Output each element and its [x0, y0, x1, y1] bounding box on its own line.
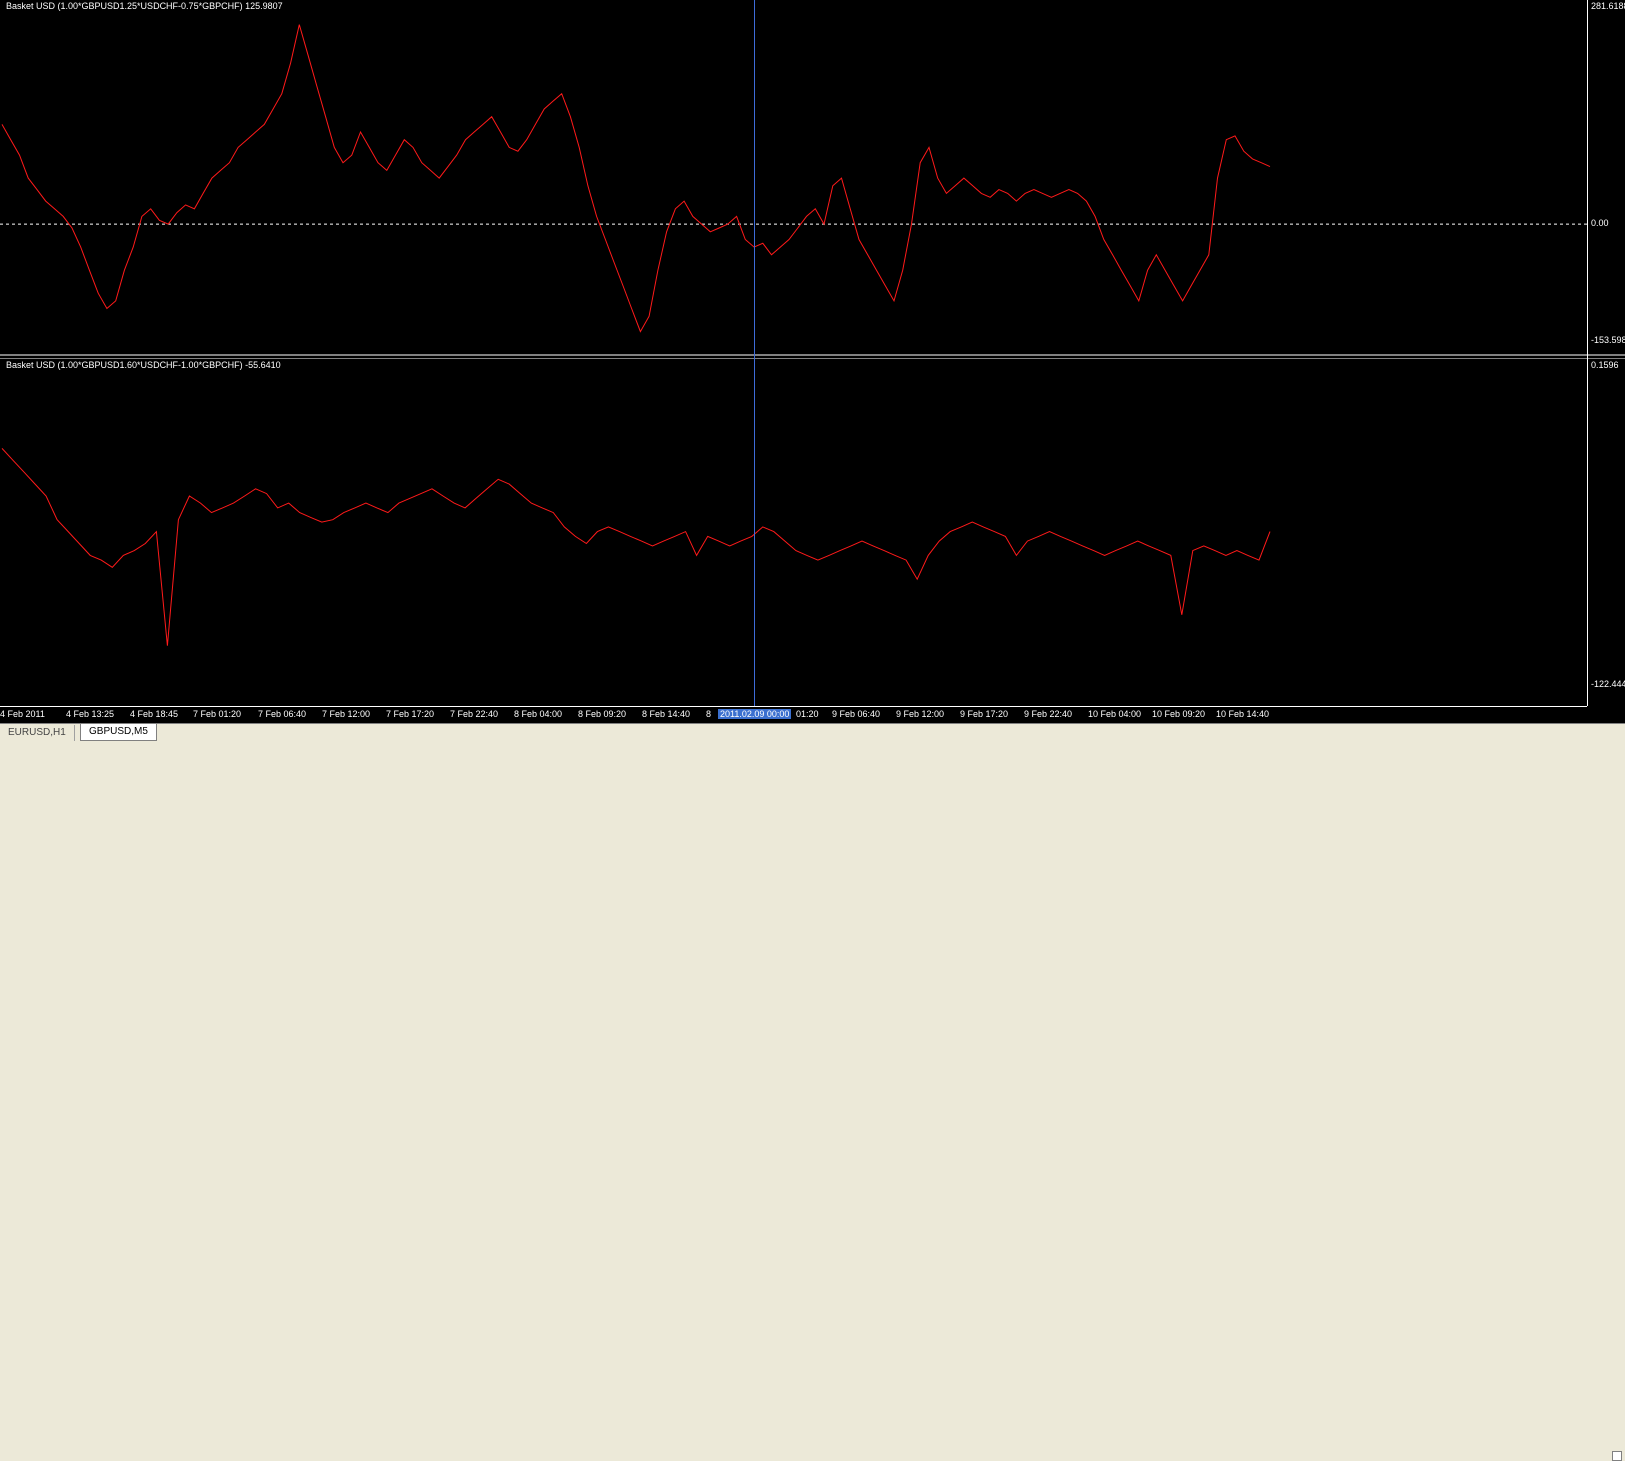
scale-max-bottom: 0.1596: [1591, 360, 1619, 370]
time-axis-label: 01:20: [796, 709, 819, 719]
time-axis-label: 7 Feb 06:40: [258, 709, 307, 719]
time-axis-label: 7 Feb 01:20: [193, 709, 242, 719]
time-axis-label: 9 Feb 17:20: [960, 709, 1009, 719]
time-axis-cursor-label: 2011.02.09 00:00: [718, 709, 792, 719]
basket-usd-line-top: [1, 24, 1271, 333]
top-pane-plot: [0, 24, 1587, 333]
indicator-pane-bottom[interactable]: Basket USD (1.00*GBPUSD1.60*USDCHF-1.00*…: [0, 359, 1625, 716]
time-axis-label: 4 Feb 18:45: [130, 709, 179, 719]
pane-title-top: Basket USD (1.00*GBPUSD1.25*USDCHF-0.75*…: [6, 1, 283, 11]
tab-eurusd-h1[interactable]: EURUSD,H1: [0, 725, 75, 741]
trading-terminal: Basket USD (1.00*GBPUSD1.25*USDCHF-0.75*…: [0, 0, 1625, 1461]
time-axis-label: 8: [706, 709, 712, 719]
time-axis-label: 8 Feb 09:20: [578, 709, 627, 719]
scale-max-top: 281.6188: [1591, 1, 1625, 11]
time-axis-label: 8 Feb 04:00: [514, 709, 563, 719]
time-axis-label: 8 Feb 14:40: [642, 709, 691, 719]
scale-zero-top: 0.00: [1591, 218, 1609, 229]
time-axis-label: 10 Feb 04:00: [1088, 709, 1142, 719]
time-axis-label: 10 Feb 14:40: [1216, 709, 1270, 719]
time-scale-border: [0, 706, 1587, 707]
pane-title-bottom: Basket USD (1.00*GBPUSD1.60*USDCHF-1.00*…: [6, 360, 281, 370]
time-axis-label: 9 Feb 22:40: [1024, 709, 1073, 719]
price-scale-border: [1587, 0, 1588, 706]
basket-usd-line-bottom: [1, 448, 1271, 646]
time-axis-label: 9 Feb 06:40: [832, 709, 881, 719]
time-axis-label: 7 Feb 12:00: [322, 709, 371, 719]
tab-gbpusd-m5[interactable]: GBPUSD,M5: [80, 724, 157, 741]
chart-window[interactable]: Basket USD (1.00*GBPUSD1.25*USDCHF-0.75*…: [0, 0, 1625, 723]
crosshair-vertical-line: [754, 0, 755, 706]
time-axis-label: 7 Feb 22:40: [450, 709, 499, 719]
chart-corner-icon: [1612, 1451, 1622, 1461]
time-axis-label: 4 Feb 13:25: [66, 709, 115, 719]
bottom-pane-plot: [1, 448, 1271, 646]
scale-min-bottom: -122.4445: [1591, 679, 1625, 689]
time-axis-label: 7 Feb 17:20: [386, 709, 435, 719]
time-axis-label: 9 Feb 12:00: [896, 709, 945, 719]
indicator-pane-top[interactable]: Basket USD (1.00*GBPUSD1.25*USDCHF-0.75*…: [0, 0, 1625, 354]
time-axis-label: 4 Feb 2011: [0, 709, 45, 719]
chart-tab-bar: EURUSD,H1 GBPUSD,M5: [0, 723, 1625, 1461]
time-axis-label: 10 Feb 09:20: [1152, 709, 1206, 719]
scale-min-top: -153.5985: [1591, 335, 1625, 345]
